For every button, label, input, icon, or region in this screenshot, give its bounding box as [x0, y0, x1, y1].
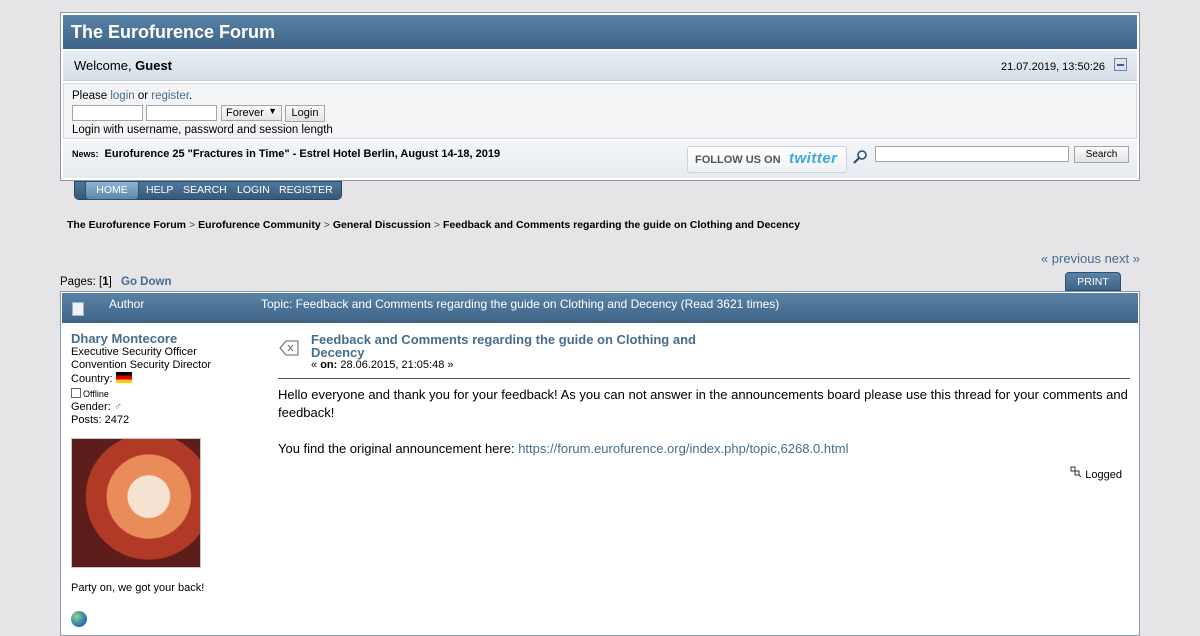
menu-login[interactable]: LOGIN: [237, 184, 270, 196]
login-button[interactable]: Login: [285, 105, 325, 122]
login-link[interactable]: login: [110, 90, 134, 102]
poster-info: Dhary Montecore Executive Security Offic…: [71, 332, 271, 627]
pages-label: Pages: [: [60, 276, 103, 288]
country-label: Country:: [71, 373, 116, 385]
go-down-link[interactable]: Go Down: [121, 276, 171, 288]
breadcrumb-topic[interactable]: Feedback and Comments regarding the guid…: [443, 219, 800, 231]
post-body: Hello everyone and thank you for your fe…: [278, 386, 1130, 458]
session-length-value: Forever: [226, 107, 264, 119]
user-bar: Welcome, Guest 21.07.2019, 13:50:26: [63, 51, 1137, 81]
poster-name[interactable]: Dhary Montecore: [71, 332, 271, 345]
twitter-logo: twitter: [789, 150, 838, 167]
topic-header: Author Topic: Feedback and Comments rega…: [62, 293, 1138, 323]
twitter-follow-text: FOLLOW US ON: [695, 154, 781, 166]
welcome-text: Welcome, Guest: [74, 58, 172, 73]
main-menu: HOME HELP SEARCH LOGIN REGISTER: [74, 181, 342, 200]
poster-status: Offline: [71, 388, 271, 401]
current-datetime: 21.07.2019, 13:50:26: [1001, 61, 1105, 73]
username-input[interactable]: [72, 105, 143, 121]
forum-title[interactable]: The Eurofurence Forum: [63, 15, 1137, 49]
login-area: Please login or register. Forever ▼ Login…: [63, 83, 1137, 139]
news-label: News:: [72, 149, 99, 159]
collapse-icon[interactable]: [1114, 58, 1127, 71]
website-globe-icon[interactable]: [71, 611, 87, 627]
poster-post-count: Posts: 2472: [71, 414, 130, 426]
login-help-text: Login with username, password and sessio…: [72, 124, 333, 136]
twitter-follow-button[interactable]: FOLLOW US ON twitter: [687, 146, 847, 173]
breadcrumb-sep: >: [433, 219, 440, 231]
search-icon: [853, 150, 867, 164]
search-button[interactable]: Search: [1074, 146, 1129, 163]
breadcrumb-sep: >: [189, 219, 196, 231]
next-topic-link[interactable]: next »: [1105, 251, 1140, 266]
login-form: Forever ▼ Login: [72, 105, 1136, 123]
menu-home[interactable]: HOME: [85, 181, 139, 200]
breadcrumb: The Eurofurence Forum > Eurofurence Commun…: [67, 219, 800, 231]
breadcrumb-sep: >: [323, 219, 330, 231]
welcome-prefix: Welcome,: [74, 58, 136, 73]
logged-status: Logged: [1070, 466, 1122, 481]
breadcrumb-forum[interactable]: The Eurofurence Forum: [67, 219, 186, 231]
previous-topic-link[interactable]: « previous: [1041, 251, 1101, 266]
post-link-intro: You find the original announcement here:: [278, 441, 519, 456]
post-divider: [278, 378, 1130, 379]
pagination: Pages: [1] Go Down: [60, 276, 171, 288]
germany-flag-icon: [115, 372, 132, 383]
breadcrumb-general[interactable]: General Discussion: [333, 219, 431, 231]
register-link[interactable]: register: [151, 90, 189, 102]
login-prompt-text: Please: [72, 90, 111, 102]
login-prompt: Please login or register.: [72, 90, 1136, 104]
menu-search[interactable]: SEARCH: [183, 184, 227, 196]
news: News: Eurofurence 25 "Fractures in Time" …: [72, 148, 500, 160]
date-value: 28.06.2015, 21:05:48 »: [337, 359, 454, 371]
post-paragraph: Hello everyone and thank you for your fe…: [278, 387, 1128, 420]
date-label: on:: [320, 359, 338, 371]
ip-logged-icon: [1070, 466, 1082, 478]
date-prefix: «: [311, 359, 321, 371]
gender-label: Gender:: [71, 401, 114, 413]
poster-country: Country:: [71, 372, 271, 386]
status-text: Offline: [83, 389, 109, 399]
male-icon: ♂: [113, 401, 123, 413]
topic-navigation: « previous next »: [1041, 251, 1140, 266]
print-button[interactable]: PRINT: [1065, 272, 1121, 291]
post-subject[interactable]: Feedback and Comments regarding the guid…: [311, 333, 731, 359]
login-period: .: [189, 90, 193, 102]
post-xx-icon: [279, 340, 299, 356]
breadcrumb-community[interactable]: Eurofurence Community: [198, 219, 321, 231]
topic-box: Author Topic: Feedback and Comments rega…: [60, 291, 1140, 636]
news-text: Eurofurence 25 "Fractures in Time" - Est…: [104, 148, 501, 160]
topic-icon: [72, 302, 84, 316]
menu-help[interactable]: HELP: [146, 184, 173, 196]
post-paragraph: You find the original announcement here:…: [278, 440, 1130, 458]
login-or-text: or: [134, 90, 152, 102]
password-input[interactable]: [146, 105, 217, 121]
news-bar: News: Eurofurence 25 "Fractures in Time" …: [63, 141, 1137, 178]
post-date: « on: 28.06.2015, 21:05:48 »: [311, 359, 454, 371]
search-input[interactable]: [875, 146, 1069, 162]
announcement-link[interactable]: https://forum.eurofurence.org/index.php/…: [518, 441, 848, 456]
menu-register[interactable]: REGISTER: [279, 184, 333, 196]
header-box: The Eurofurence Forum Welcome, Guest 21.…: [60, 12, 1140, 181]
author-column-label: Author: [109, 297, 145, 311]
dropdown-arrow-icon: ▼: [268, 106, 277, 116]
poster-gender: Gender: ♂: [71, 401, 271, 414]
guest-name: Guest: [135, 58, 173, 73]
avatar: [71, 438, 201, 568]
topic-title: Topic: Feedback and Comments regarding t…: [261, 297, 780, 311]
poster-position: Convention Security Director: [71, 359, 212, 371]
poster-signature: Party on, we got your back!: [71, 582, 205, 594]
session-length-select[interactable]: Forever ▼: [221, 105, 282, 121]
offline-icon: [71, 388, 81, 398]
pages-close: ]: [108, 276, 112, 288]
logged-text: Logged: [1085, 469, 1122, 481]
poster-title: Executive Security Officer: [71, 346, 197, 358]
